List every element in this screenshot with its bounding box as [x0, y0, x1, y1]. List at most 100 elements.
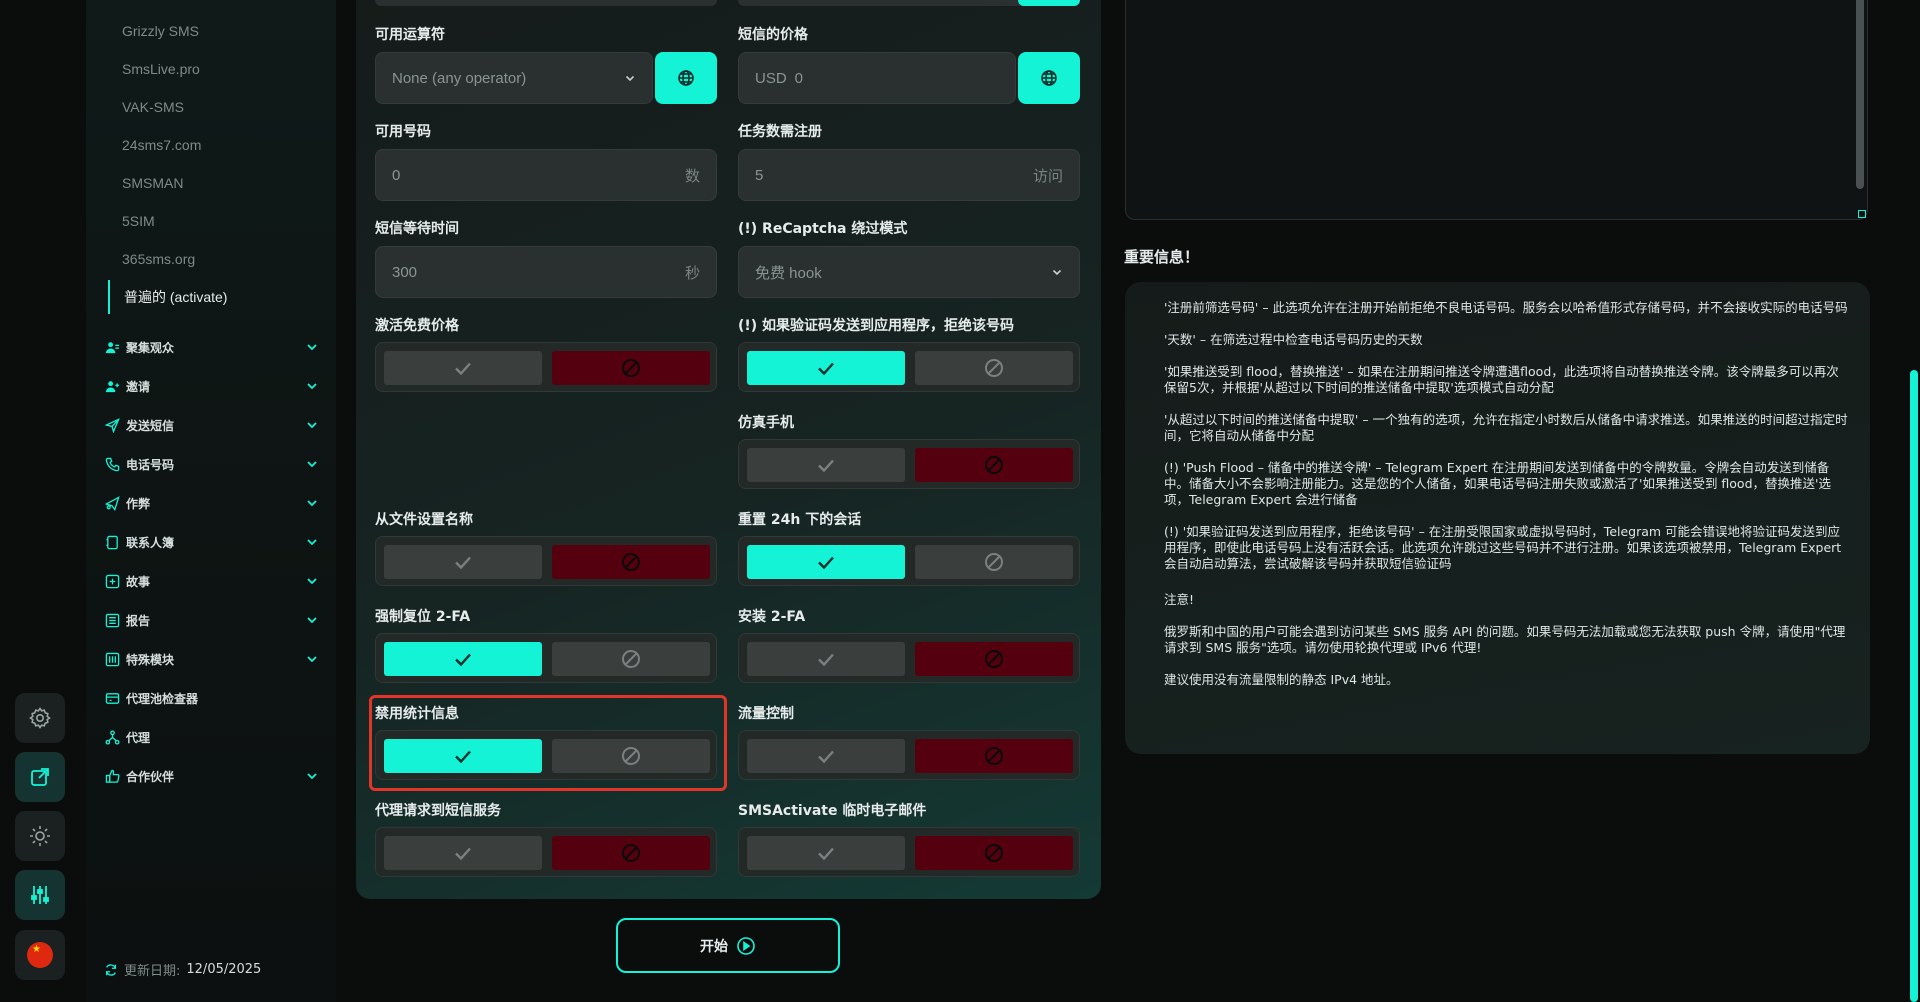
toggle-no-button[interactable]: [915, 545, 1073, 579]
sidebar-subitem-active[interactable]: 普遍的 (activate): [108, 280, 313, 314]
toggle-no-button[interactable]: [552, 642, 710, 676]
nav-item-reports[interactable]: 报告: [104, 605, 318, 635]
start-label: 开始: [700, 938, 728, 955]
globe-icon: [1041, 70, 1057, 86]
settings-icon[interactable]: [15, 693, 65, 743]
toggle-reset-24h: [738, 536, 1080, 586]
sidebar-subitem[interactable]: VAK-SMS: [108, 93, 313, 121]
toggle-no-button[interactable]: [915, 836, 1073, 870]
toggle-label-name-from-file: 从文件设置名称: [375, 512, 473, 528]
ban-icon: [622, 844, 640, 862]
toggle-yes-button[interactable]: [747, 351, 905, 385]
sidebar-subitem[interactable]: Grizzly SMS: [108, 17, 313, 45]
theme-icon[interactable]: [15, 811, 65, 861]
tasks-label: 任务数需注册: [738, 124, 822, 140]
price-value: 0: [794, 69, 804, 87]
start-button[interactable]: 开始: [616, 918, 840, 973]
operator-label: 可用运算符: [375, 27, 445, 43]
toggle-yes-button[interactable]: [384, 836, 542, 870]
check-icon: [818, 362, 834, 376]
toggle-no-button[interactable]: [915, 739, 1073, 773]
nav-item-invite[interactable]: 邀请: [104, 371, 318, 401]
check-icon: [818, 556, 834, 570]
price-globe-button[interactable]: [1018, 52, 1080, 104]
toggle-yes-button[interactable]: [384, 545, 542, 579]
toggle-no-button[interactable]: [552, 545, 710, 579]
nav-item-label: 合作伙伴: [126, 769, 175, 784]
operator-select[interactable]: None (any operator): [375, 52, 653, 104]
info-title: 重要信息！: [1124, 248, 1200, 266]
proxy-checker-icon: [104, 690, 120, 706]
toggle-yes-button[interactable]: [747, 448, 905, 482]
info-paragraph: '天数' – 在筛选过程中检查电话号码历史的天数: [1164, 332, 1423, 347]
chevron-down-icon: [307, 344, 317, 351]
toggle-no-button[interactable]: [552, 351, 710, 385]
sidebar-subitem[interactable]: SMSMAN: [108, 169, 313, 197]
ban-icon: [985, 844, 1003, 862]
toggle-no-button[interactable]: [915, 448, 1073, 482]
toggle-label-proxy-sms: 代理请求到短信服务: [375, 803, 501, 819]
chevron-down-icon: [307, 500, 317, 507]
sidebar-subitem[interactable]: 365sms.org: [108, 245, 313, 273]
toggle-yes-button[interactable]: [747, 836, 905, 870]
recaptcha-label: (!) ReCaptcha 绕过模式: [738, 221, 908, 237]
nav-item-stories[interactable]: 故事: [104, 566, 318, 596]
wait-input[interactable]: 300 秒: [375, 246, 717, 298]
toggle-yes-button[interactable]: [747, 739, 905, 773]
update-label: 更新日期:: [124, 964, 181, 979]
external-link-icon[interactable]: [15, 752, 65, 802]
info-paragraph: (!) '如果验证码发送到应用程序，拒绝该号码' – 在注册受限国家或虚拟号码时…: [1164, 524, 1842, 571]
sidebar-subitem[interactable]: 5SIM: [108, 207, 313, 235]
tasks-input[interactable]: 5 访问: [738, 149, 1080, 201]
numbers-input[interactable]: 0 数: [375, 149, 717, 201]
info-box: '注册前筛选号码' – 此选项允许在注册开始前拒绝不良电话号码。服务会以哈希值形…: [1125, 282, 1870, 754]
toggle-yes-button[interactable]: [747, 545, 905, 579]
info-paragraph: '注册前筛选号码' – 此选项允许在注册开始前拒绝不良电话号码。服务会以哈希值形…: [1164, 300, 1848, 315]
toggle-yes-button[interactable]: [747, 642, 905, 676]
toggle-label-emulator: 仿真手机: [738, 415, 794, 431]
toggle-no-button[interactable]: [915, 351, 1073, 385]
nav-item-label: 邀请: [126, 379, 151, 394]
recaptcha-select[interactable]: 免费 hook: [738, 246, 1080, 298]
numbers-suffix: 数: [684, 167, 700, 185]
toggle-yes-button[interactable]: [384, 351, 542, 385]
info-notice: 注意!: [1164, 592, 1195, 607]
nav-item-proxy-checker[interactable]: 代理池检查器: [104, 683, 318, 713]
toggle-no-button[interactable]: [552, 836, 710, 870]
sidebar-subitem[interactable]: SmsLive.pro: [108, 55, 313, 83]
sidebar-subitem[interactable]: 24sms7.com: [108, 131, 313, 159]
chevron-down-icon: [307, 422, 317, 429]
nav-item-label: 联系人簿: [126, 535, 175, 550]
nav-item-phone-numbers[interactable]: 电话号码: [104, 449, 318, 479]
globe-icon: [678, 70, 694, 86]
toggle-yes-button[interactable]: [384, 642, 542, 676]
price-currency: USD: [755, 69, 787, 87]
nav-item-partners[interactable]: 合作伙伴: [104, 761, 318, 791]
nav-item-send-sms[interactable]: 发送短信: [104, 410, 318, 440]
info-paragraph: '如果推送受到 flood，替换推送' – 如果在注册期间推送令牌遭遇flood…: [1164, 364, 1839, 395]
nav-item-label: 代理池检查器: [126, 691, 199, 706]
sliders-icon[interactable]: [15, 870, 65, 920]
tasks-value: 5: [755, 166, 764, 184]
check-icon: [818, 459, 834, 473]
price-input[interactable]: USD 0: [738, 52, 1016, 104]
log-textarea[interactable]: [1125, 0, 1868, 220]
nav-item-cheat[interactable]: 作弊: [104, 488, 318, 518]
wait-label: 短信等待时间: [375, 221, 459, 237]
nav-item-contacts[interactable]: 联系人簿: [104, 527, 318, 557]
nav-item-audience[interactable]: 聚集观众: [104, 332, 318, 362]
nav-item-special-modules[interactable]: 特殊模块: [104, 644, 318, 674]
nav-item-label: 报告: [126, 613, 151, 628]
toggle-label-traffic-control: 流量控制: [738, 706, 794, 722]
chevron-down-icon: [1052, 269, 1062, 276]
textarea-scrollbar[interactable]: [1856, 0, 1864, 189]
toggle-traffic-control: [738, 730, 1080, 780]
nav-item-proxy[interactable]: 代理: [104, 722, 318, 752]
operator-globe-button[interactable]: [655, 52, 717, 104]
china-flag-icon[interactable]: [15, 930, 65, 980]
tasks-suffix: 访问: [1032, 167, 1063, 185]
resize-handle-icon[interactable]: [1858, 210, 1866, 218]
page-scrollbar-thumb[interactable]: [1910, 370, 1918, 1002]
toggle-no-button[interactable]: [915, 642, 1073, 676]
numbers-label: 可用号码: [375, 124, 431, 140]
